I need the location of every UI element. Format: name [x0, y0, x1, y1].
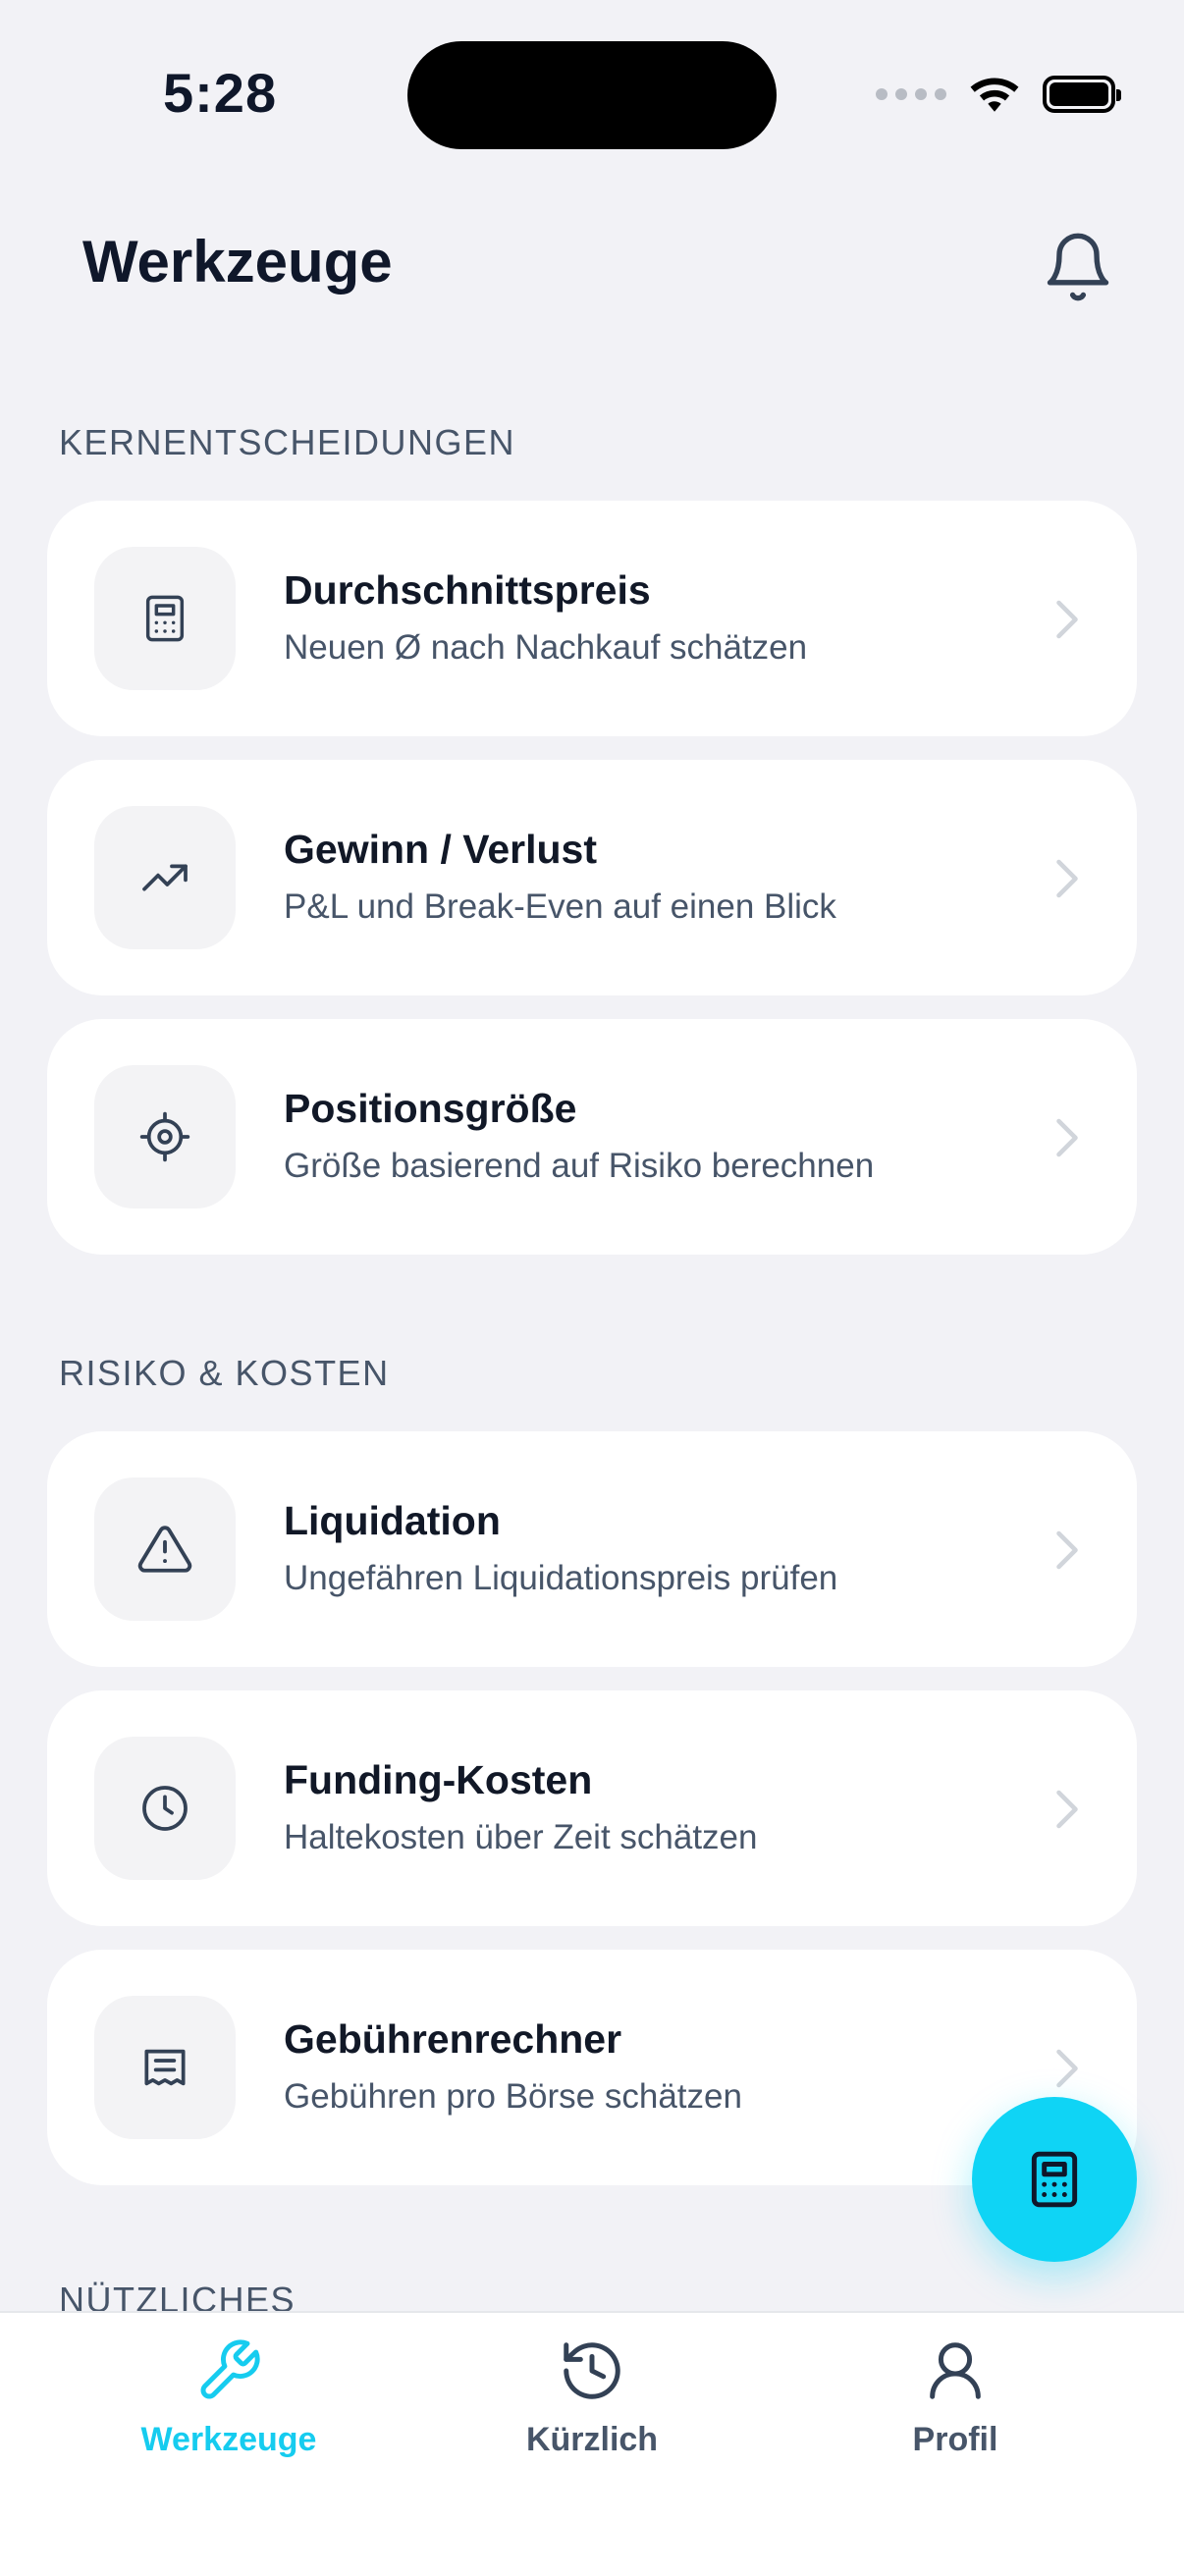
- cellular-signal-icon: [876, 88, 946, 100]
- card-title: Durchschnittspreis: [284, 567, 651, 613]
- card-title: Gebührenrechner: [284, 2016, 622, 2062]
- calculator-icon: [1031, 2151, 1078, 2208]
- page-title: Werkzeuge: [82, 229, 393, 295]
- card-subtitle: P&L und Break-Even auf einen Blick: [284, 887, 836, 926]
- warning-icon: [137, 1526, 192, 1573]
- chevron-right-icon: [1056, 859, 1078, 898]
- bell-icon[interactable]: [1041, 230, 1115, 304]
- tool-card-average-price[interactable]: Durchschnittspreis Neuen Ø nach Nachkauf…: [47, 501, 1137, 736]
- battery-icon: [1043, 76, 1121, 113]
- status-indicators: [876, 65, 1121, 124]
- bottom-tab-bar: Werkzeuge Kürzlich Profil: [0, 2311, 1184, 2576]
- calculator-icon: [145, 595, 185, 642]
- chevron-right-icon: [1056, 2049, 1078, 2088]
- card-title: Positionsgröße: [284, 1086, 577, 1131]
- card-icon-container: [94, 1477, 236, 1621]
- tab-kurzlich[interactable]: Kürzlich: [445, 2336, 739, 2459]
- section-label-core: KERNENTSCHEIDUNGEN: [59, 422, 516, 462]
- receipt-icon: [144, 2049, 186, 2086]
- card-icon-container: [94, 1996, 236, 2139]
- tool-card-profit-loss[interactable]: Gewinn / Verlust P&L und Break-Even auf …: [47, 760, 1137, 995]
- history-icon: [564, 2342, 620, 2399]
- tool-card-position-size[interactable]: Positionsgröße Größe basierend auf Risik…: [47, 1019, 1137, 1255]
- tab-label: Werkzeuge: [140, 2421, 317, 2458]
- card-subtitle: Ungefähren Liquidationspreis prüfen: [284, 1559, 838, 1597]
- chevron-right-icon: [1056, 1530, 1078, 1570]
- card-icon-container: [94, 547, 236, 690]
- card-icon-container: [94, 1065, 236, 1208]
- card-title: Gewinn / Verlust: [284, 827, 597, 872]
- chevron-right-icon: [1056, 600, 1078, 639]
- status-time: 5:28: [163, 62, 278, 124]
- wifi-icon: [970, 78, 1019, 112]
- trending-up-icon: [142, 864, 188, 891]
- target-icon: [139, 1111, 190, 1162]
- card-subtitle: Gebühren pro Börse schätzen: [284, 2077, 742, 2116]
- tab-werkzeuge[interactable]: Werkzeuge: [81, 2336, 376, 2459]
- calculator-fab-button[interactable]: [972, 2097, 1137, 2262]
- dynamic-island: [407, 41, 777, 149]
- chevron-right-icon: [1056, 1118, 1078, 1157]
- chevron-right-icon: [1056, 1790, 1078, 1829]
- card-title: Funding-Kosten: [284, 1757, 593, 1802]
- tool-card-funding-costs[interactable]: Funding-Kosten Haltekosten über Zeit sch…: [47, 1690, 1137, 1926]
- wrench-icon: [200, 2339, 260, 2399]
- card-subtitle: Neuen Ø nach Nachkauf schätzen: [284, 628, 808, 667]
- tab-label: Profil: [912, 2421, 998, 2458]
- tab-profil[interactable]: Profil: [808, 2336, 1103, 2459]
- card-subtitle: Haltekosten über Zeit schätzen: [284, 1818, 758, 1856]
- clock-icon: [142, 1786, 188, 1831]
- tool-card-fee-calculator[interactable]: Gebührenrechner Gebühren pro Börse schät…: [47, 1950, 1137, 2185]
- tab-label: Kürzlich: [525, 2421, 659, 2458]
- card-title: Liquidation: [284, 1498, 501, 1543]
- tool-card-liquidation[interactable]: Liquidation Ungefähren Liquidationspreis…: [47, 1431, 1137, 1667]
- card-icon-container: [94, 1737, 236, 1880]
- user-icon: [930, 2342, 981, 2399]
- card-subtitle: Größe basierend auf Risiko berechnen: [284, 1147, 875, 1185]
- section-label-risk: RISIKO & KOSTEN: [59, 1353, 390, 1393]
- card-icon-container: [94, 806, 236, 949]
